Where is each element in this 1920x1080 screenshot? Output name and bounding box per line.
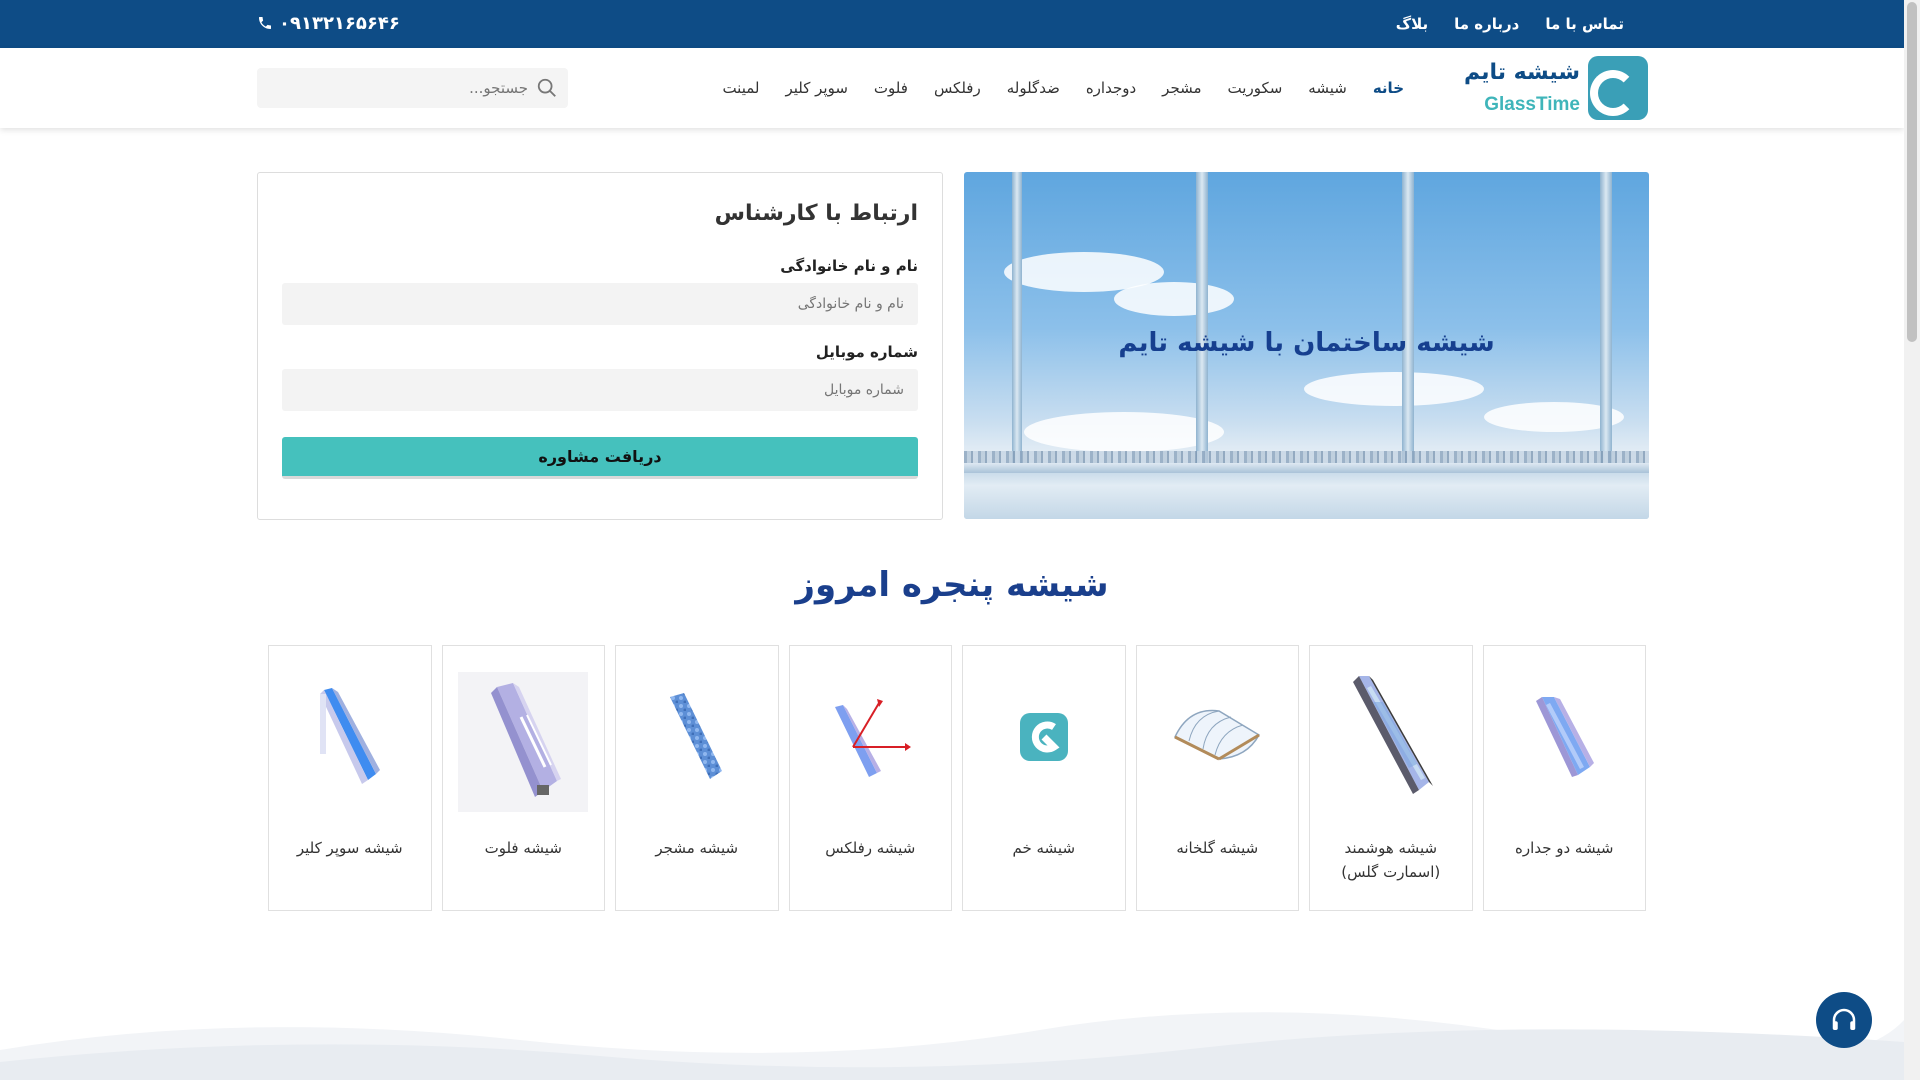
- top-link-about[interactable]: درباره ما: [1454, 15, 1519, 33]
- banner-cloud: [1304, 372, 1484, 406]
- section-title: شیشه پنجره امروز: [795, 565, 1109, 605]
- product-card-smart-glass[interactable]: شیشه هوشمند (اسمارت گلس): [1309, 645, 1473, 911]
- footer-wave-decoration: [0, 1012, 1904, 1080]
- nav-item-securit[interactable]: سکوریت: [1228, 79, 1283, 97]
- search-box: [257, 68, 568, 108]
- window-sill: [964, 463, 1649, 519]
- main-nav: خانه شیشه سکوریت مشجر دوجداره ضدگلوله رف…: [722, 48, 1404, 128]
- product-card-curved[interactable]: شیشه خم: [962, 645, 1126, 911]
- product-name: شیشه سوپر کلیر: [296, 839, 403, 857]
- top-link-contact[interactable]: تماس با ما: [1545, 15, 1624, 33]
- product-name: شیشه رفلکس: [825, 839, 916, 857]
- product-card-reflective[interactable]: شیشه رفلکس: [788, 645, 952, 911]
- search-input[interactable]: [278, 68, 528, 108]
- super-clear-glass-icon: [295, 672, 405, 802]
- nav-item-patterned[interactable]: مشجر: [1162, 79, 1201, 97]
- product-card-float[interactable]: شیشه فلوت: [441, 645, 605, 911]
- greenhouse-icon: [1162, 672, 1272, 802]
- nav-item-double-glazed[interactable]: دوجداره: [1086, 79, 1136, 97]
- phone-icon: [259, 17, 271, 29]
- nav-item-reflective[interactable]: رفلکس: [934, 79, 981, 97]
- nav-item-bulletproof[interactable]: ضدگلوله: [1007, 79, 1060, 97]
- name-field-wrapper: [282, 283, 918, 325]
- logo-mark-icon: [1588, 56, 1648, 120]
- nav-item-float[interactable]: فلوت: [874, 79, 908, 97]
- nav-item-home[interactable]: خانه: [1373, 79, 1404, 97]
- headphones-icon: [1832, 1008, 1856, 1030]
- product-card-patterned[interactable]: شیشه مشجر: [615, 645, 779, 911]
- double-glazed-icon: [1509, 672, 1619, 802]
- consultation-form: ارتباط با کارشناس نام و نام خانوادگی شما…: [257, 172, 943, 520]
- phone-number[interactable]: ۰۹۱۳۲۱۶۵۶۴۶: [257, 0, 400, 46]
- search-icon[interactable]: [536, 77, 558, 99]
- nav-item-laminate[interactable]: لمینت: [722, 79, 759, 97]
- nav-item-super-clear[interactable]: سوپر کلیر: [785, 79, 847, 97]
- banner-cloud: [1114, 282, 1234, 316]
- hero-banner: شیشه ساختمان با شیشه تایم: [964, 172, 1649, 519]
- banner-cloud: [1024, 412, 1224, 452]
- form-title: ارتباط با کارشناس: [714, 201, 918, 226]
- name-field[interactable]: [282, 283, 918, 325]
- top-link-blog[interactable]: بلاگ: [1396, 15, 1428, 33]
- product-name: شیشه دو جداره: [1515, 839, 1614, 857]
- reflective-glass-icon: [815, 672, 925, 802]
- smart-glass-icon: [1336, 672, 1446, 802]
- curved-glass-logo-icon: [989, 672, 1099, 802]
- product-name: شیشه فلوت: [484, 839, 562, 857]
- top-links: تماس با ما درباره ما بلاگ: [1396, 0, 1624, 48]
- product-name: شیشه هوشمند (اسمارت گلس): [1341, 839, 1441, 881]
- page-scrollbar[interactable]: [1904, 0, 1920, 1080]
- product-card-greenhouse[interactable]: شیشه گلخانه: [1135, 645, 1299, 911]
- site-logo[interactable]: شیشه تایم GlassTime: [1464, 56, 1648, 122]
- product-name: شیشه خم: [1012, 839, 1076, 857]
- product-list: شیشه دو جداره شیشه هوشمند (اسمارت گلس) ش…: [268, 645, 1646, 911]
- banner-title: شیشه ساختمان با شیشه تایم: [1118, 328, 1495, 358]
- float-glass-icon: [458, 672, 589, 812]
- mobile-field[interactable]: [282, 369, 918, 411]
- logo-text-fa: شیشه تایم: [1463, 60, 1580, 85]
- logo-text-en: GlassTime: [1484, 94, 1580, 115]
- product-name: شیشه گلخانه: [1176, 839, 1259, 857]
- mobile-field-wrapper: [282, 369, 918, 411]
- get-consultation-button[interactable]: دریافت مشاوره: [282, 437, 918, 479]
- scrollbar-thumb[interactable]: [1907, 2, 1917, 342]
- product-card-super-clear[interactable]: شیشه سوپر کلیر: [268, 645, 432, 911]
- product-name: شیشه مشجر: [655, 839, 739, 857]
- city-skyline: [964, 451, 1649, 463]
- product-card-double-glazed[interactable]: شیشه دو جداره: [1482, 645, 1646, 911]
- mobile-label: شماره موبایل: [815, 343, 918, 361]
- main-header: شیشه تایم GlassTime خانه شیشه سکوریت مشج…: [0, 48, 1904, 128]
- name-label: نام و نام خانوادگی: [780, 257, 918, 275]
- phone-text: ۰۹۱۳۲۱۶۵۶۴۶: [279, 12, 400, 34]
- top-bar: تماس با ما درباره ما بلاگ ۰۹۱۳۲۱۶۵۶۴۶: [0, 0, 1904, 48]
- patterned-glass-icon: [642, 672, 752, 802]
- nav-item-glass[interactable]: شیشه: [1308, 79, 1347, 97]
- support-chat-button[interactable]: [1816, 992, 1872, 1048]
